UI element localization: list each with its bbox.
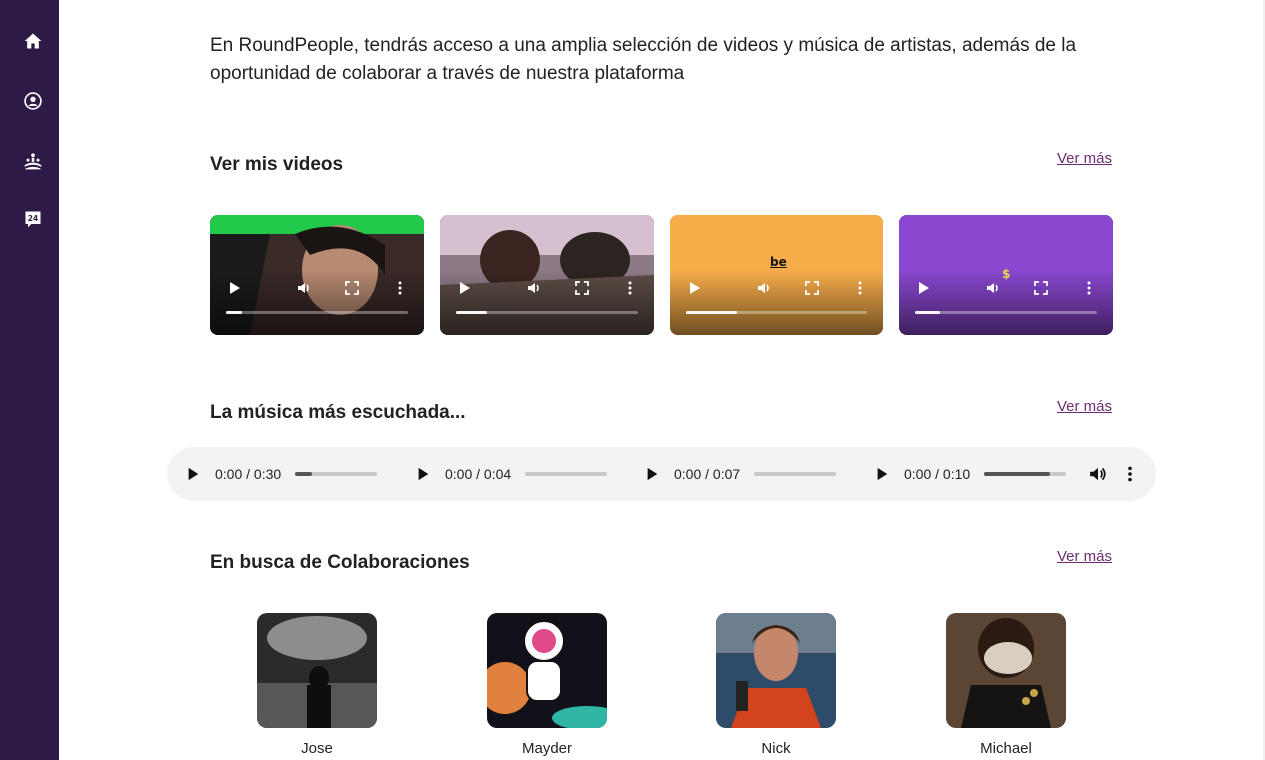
collab-name: Michael [980, 740, 1032, 757]
play-icon[interactable] [224, 278, 244, 298]
intro-text: En RoundPeople, tendrás acceso a una amp… [210, 35, 1077, 84]
collab-card[interactable]: Mayder [467, 613, 627, 757]
audio-player[interactable]: 0:00 / 0:07 [640, 447, 837, 501]
sidebar: 24 [0, 0, 59, 760]
audio-seek-fill [984, 472, 1050, 476]
fullscreen-icon[interactable] [342, 278, 362, 298]
calendar-badge: 24 [28, 214, 38, 223]
more-options-icon[interactable] [390, 278, 410, 298]
video-player[interactable] [440, 215, 654, 335]
play-icon[interactable] [640, 462, 664, 486]
collab-section-title: En busca de Colaboraciones [210, 552, 470, 573]
avatar[interactable] [716, 613, 836, 728]
video-progress-fill [686, 311, 737, 314]
fullscreen-icon[interactable] [802, 278, 822, 298]
collab-name: Jose [301, 740, 333, 757]
audio-seek-bar[interactable] [754, 472, 837, 476]
volume-icon[interactable] [754, 278, 774, 298]
video-progress-bar[interactable] [686, 311, 867, 314]
audio-time: 0:00 / 0:10 [904, 466, 971, 482]
collab-see-more-link[interactable]: Ver más [1057, 548, 1112, 565]
music-section-title: La música más escuchada... [210, 402, 466, 423]
collab-card[interactable]: Michael [926, 613, 1086, 757]
video-logo: be [770, 255, 787, 269]
volume-icon[interactable] [294, 278, 314, 298]
play-icon[interactable] [870, 462, 894, 486]
play-icon[interactable] [181, 462, 205, 486]
more-options-icon[interactable] [620, 278, 640, 298]
music-see-more-link[interactable]: Ver más [1057, 398, 1112, 415]
video-logo: $ [1002, 267, 1011, 281]
video-progress-bar[interactable] [226, 311, 408, 314]
audio-time: 0:00 / 0:04 [445, 466, 512, 482]
collab-card[interactable]: Jose [237, 613, 397, 757]
audio-time: 0:00 / 0:30 [215, 466, 282, 482]
video-progress-fill [915, 311, 941, 314]
video-player[interactable] [210, 215, 424, 335]
videos-see-more-link[interactable]: Ver más [1057, 150, 1112, 167]
audio-player[interactable]: 0:00 / 0:30 [181, 447, 378, 501]
audio-time: 0:00 / 0:07 [674, 466, 741, 482]
more-options-icon[interactable] [850, 278, 870, 298]
user-circle-icon[interactable] [19, 87, 47, 115]
audio-seek-bar[interactable] [525, 472, 608, 476]
video-progress-bar[interactable] [456, 311, 638, 314]
video-progress-fill [226, 311, 243, 314]
play-icon[interactable] [684, 278, 704, 298]
play-icon[interactable] [411, 462, 435, 486]
fullscreen-icon[interactable] [572, 278, 592, 298]
community-icon[interactable] [19, 147, 47, 175]
avatar[interactable] [946, 613, 1066, 728]
video-player[interactable]: be [670, 215, 883, 335]
collab-card[interactable]: Nick [696, 613, 856, 757]
calendar-24-icon[interactable]: 24 [19, 205, 47, 233]
avatar[interactable] [487, 613, 607, 728]
video-progress-bar[interactable] [915, 311, 1097, 314]
video-progress-fill [456, 311, 487, 314]
videos-section-title: Ver mis videos [210, 154, 344, 175]
audio-seek-bar[interactable] [984, 472, 1067, 476]
collab-name: Mayder [521, 740, 573, 757]
fullscreen-icon[interactable] [1031, 278, 1051, 298]
play-icon[interactable] [913, 278, 933, 298]
home-icon[interactable] [19, 27, 47, 55]
avatar[interactable] [257, 613, 377, 728]
audio-player[interactable]: 0:00 / 0:04 [411, 447, 608, 501]
audio-seek-fill [295, 472, 312, 476]
volume-icon[interactable] [983, 278, 1003, 298]
volume-icon[interactable] [1088, 464, 1108, 484]
audio-seek-bar[interactable] [295, 472, 378, 476]
more-options-icon[interactable] [1079, 278, 1099, 298]
play-icon[interactable] [454, 278, 474, 298]
volume-icon[interactable] [524, 278, 544, 298]
audio-player-strip: 0:00 / 0:30 0:00 / 0:04 0:00 / 0:07 0:00… [167, 447, 1156, 501]
more-options-icon[interactable] [1120, 464, 1140, 484]
collab-name: Nick [761, 740, 791, 757]
audio-player[interactable]: 0:00 / 0:10 [870, 447, 1067, 501]
video-player[interactable]: $ [899, 215, 1113, 335]
